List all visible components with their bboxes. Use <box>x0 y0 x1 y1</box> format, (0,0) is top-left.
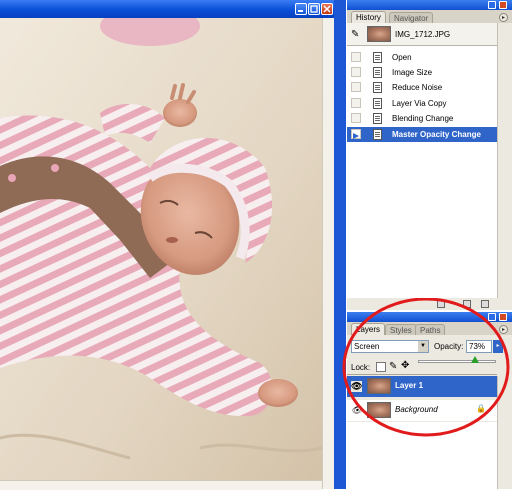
chevron-down-icon: ▼ <box>418 341 428 352</box>
history-source-checkbox[interactable] <box>351 98 361 108</box>
minimize-icon <box>296 4 306 14</box>
document-icon <box>373 98 382 109</box>
opacity-slider-toggle[interactable]: ▸ <box>493 340 503 353</box>
lock-transparency-icon[interactable] <box>376 362 386 372</box>
opacity-slider-track[interactable] <box>418 360 496 363</box>
layer-row-selected[interactable]: 👁 Layer 1 <box>347 376 497 397</box>
lock-icon: 🔒 <box>476 404 486 413</box>
history-item-label: Blending Change <box>392 114 454 123</box>
history-item[interactable]: Open <box>347 50 497 65</box>
history-item[interactable]: Blending Change <box>347 111 497 126</box>
document-window <box>0 0 335 490</box>
document-titlebar[interactable] <box>0 0 334 18</box>
layer-thumbnail <box>367 402 391 418</box>
tab-navigator[interactable]: Navigator <box>389 12 434 23</box>
layers-tab-strip: Layers Styles Paths ▸ <box>347 322 512 335</box>
tab-layers[interactable]: Layers <box>351 323 386 335</box>
trash-icon[interactable] <box>481 300 489 308</box>
history-item[interactable]: Layer Via Copy <box>347 96 497 111</box>
history-source-checkbox[interactable] <box>351 52 361 62</box>
divider <box>347 374 497 375</box>
history-item[interactable]: Reduce Noise <box>347 80 497 95</box>
new-document-icon[interactable] <box>437 300 445 308</box>
image-canvas[interactable] <box>0 6 323 480</box>
document-icon <box>373 52 382 63</box>
tab-paths[interactable]: Paths <box>415 324 446 335</box>
lock-move-icon[interactable]: ✥ <box>401 360 409 371</box>
palette-minimize-button[interactable] <box>488 1 496 9</box>
history-item-selected[interactable]: Master Opacity Change <box>347 127 497 142</box>
layer-row[interactable]: 👁 Background 🔒 <box>347 400 497 421</box>
lock-brush-icon[interactable]: ✎ <box>389 361 397 372</box>
new-snapshot-icon[interactable] <box>463 300 471 308</box>
history-state-marker[interactable] <box>351 129 361 139</box>
history-list: ✎ IMG_1712.JPG Open Image Size Reduce No… <box>347 23 497 298</box>
state-pointer-icon <box>353 133 359 139</box>
history-palette-titlebar[interactable] <box>347 0 512 10</box>
document-icon <box>373 82 382 93</box>
document-icon <box>373 129 382 140</box>
document-icon <box>373 67 382 78</box>
close-icon <box>322 4 332 14</box>
history-item[interactable]: Image Size <box>347 65 497 80</box>
layers-empty-area <box>347 422 497 489</box>
palette-minimize-button[interactable] <box>488 313 496 321</box>
layer-name[interactable]: Layer 1 <box>395 381 423 390</box>
baby-photo <box>0 6 323 480</box>
close-button[interactable] <box>321 3 333 15</box>
workspace-divider <box>334 0 346 489</box>
history-source-checkbox[interactable] <box>351 113 361 123</box>
opacity-slider-thumb[interactable] <box>470 356 479 363</box>
tab-styles[interactable]: Styles <box>385 324 417 335</box>
history-source-checkbox[interactable] <box>351 67 361 77</box>
blend-mode-select[interactable]: Screen ▼ <box>351 340 429 353</box>
document-icon <box>373 113 382 124</box>
palette-close-button[interactable] <box>499 1 507 9</box>
opacity-input[interactable]: 73% <box>466 340 492 353</box>
lock-label: Lock: <box>351 363 371 372</box>
palette-close-button[interactable] <box>499 313 507 321</box>
maximize-icon <box>309 4 319 14</box>
layer-thumbnail <box>367 378 391 394</box>
snapshot-thumbnail <box>367 26 391 42</box>
history-menu-button[interactable]: ▸ <box>499 13 508 22</box>
tab-history[interactable]: History <box>351 11 386 23</box>
layers-menu-button[interactable]: ▸ <box>499 325 508 334</box>
maximize-button[interactable] <box>308 3 320 15</box>
history-item-label: Reduce Noise <box>392 83 443 92</box>
brush-source-icon[interactable]: ✎ <box>351 29 359 40</box>
history-item-label: Master Opacity Change <box>392 130 481 139</box>
history-item-label: Layer Via Copy <box>392 99 447 108</box>
history-snapshot[interactable]: ✎ IMG_1712.JPG <box>347 23 497 46</box>
history-footer <box>347 298 512 310</box>
snapshot-label: IMG_1712.JPG <box>395 30 451 39</box>
minimize-button[interactable] <box>295 3 307 15</box>
eye-icon[interactable]: 👁 <box>351 405 362 416</box>
blend-mode-value: Screen <box>354 342 380 351</box>
history-source-checkbox[interactable] <box>351 82 361 92</box>
history-item-label: Open <box>392 53 412 62</box>
layers-palette-titlebar[interactable] <box>347 312 512 322</box>
opacity-label: Opacity: <box>434 342 464 351</box>
layers-scrollbar[interactable] <box>497 376 512 489</box>
history-scrollbar[interactable] <box>497 23 512 298</box>
eye-icon[interactable]: 👁 <box>351 381 362 392</box>
history-tab-strip: History Navigator ▸ <box>347 10 512 23</box>
layer-name[interactable]: Background <box>395 405 438 414</box>
history-item-label: Image Size <box>392 68 433 77</box>
opacity-value: 73% <box>469 342 486 351</box>
